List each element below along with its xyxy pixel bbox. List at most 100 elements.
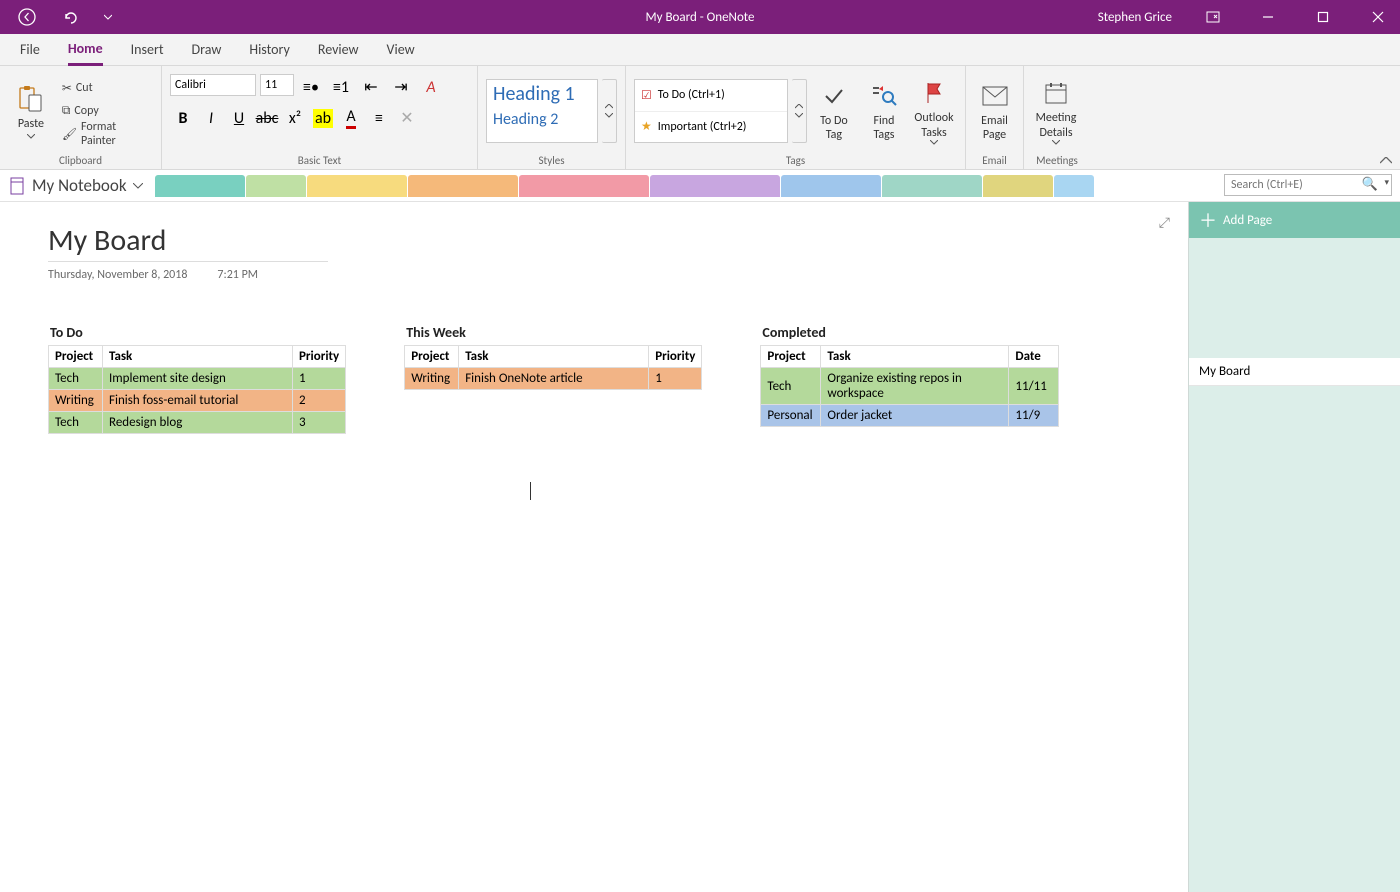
bullets-button[interactable]: ≡• bbox=[298, 75, 324, 99]
table-header[interactable]: Project bbox=[761, 346, 821, 368]
paste-button[interactable]: Paste bbox=[8, 73, 54, 149]
superscript-button[interactable]: x² bbox=[282, 106, 308, 130]
underline-button[interactable]: U bbox=[226, 106, 252, 130]
page-title[interactable]: My Board bbox=[48, 222, 328, 262]
table-header[interactable]: Task bbox=[103, 346, 293, 368]
table-cell[interactable]: Finish OneNote article bbox=[459, 368, 649, 390]
table-header[interactable]: Project bbox=[49, 346, 103, 368]
table-row[interactable]: TechImplement site design1 bbox=[49, 368, 346, 390]
strikethrough-button[interactable]: abc bbox=[254, 106, 280, 130]
todo-tag-button[interactable]: To Do Tag bbox=[811, 73, 857, 149]
table-cell[interactable]: Tech bbox=[49, 368, 103, 390]
table-header[interactable]: Priority bbox=[649, 346, 702, 368]
search-icon[interactable]: 🔍 bbox=[1362, 177, 1378, 192]
table-row[interactable]: WritingFinish foss-email tutorial2 bbox=[49, 390, 346, 412]
cut-button[interactable]: ✂Cut bbox=[58, 77, 153, 99]
table-cell[interactable]: Order jacket bbox=[821, 405, 1009, 427]
tag-important[interactable]: ★Important (Ctrl+2) bbox=[635, 111, 787, 143]
task-table[interactable]: ProjectTaskPriorityTechImplement site de… bbox=[48, 345, 346, 434]
section-tab[interactable] bbox=[155, 175, 245, 197]
close-button[interactable] bbox=[1355, 0, 1400, 34]
section-tab[interactable] bbox=[1054, 175, 1094, 197]
page-canvas[interactable]: ⤢ My Board Thursday, November 8, 2018 7:… bbox=[0, 202, 1188, 892]
table-cell[interactable]: 11/11 bbox=[1009, 368, 1059, 405]
copy-button[interactable]: ⧉Copy bbox=[58, 100, 153, 122]
maximize-button[interactable] bbox=[1300, 0, 1345, 34]
table-cell[interactable]: 3 bbox=[293, 412, 346, 434]
table-header[interactable]: Task bbox=[821, 346, 1009, 368]
meeting-details-button[interactable]: Meeting Details bbox=[1032, 73, 1080, 149]
ribbon-tab-view[interactable]: View bbox=[387, 34, 415, 66]
section-tab[interactable] bbox=[781, 175, 881, 197]
table-cell[interactable]: Implement site design bbox=[103, 368, 293, 390]
minimize-button[interactable] bbox=[1245, 0, 1290, 34]
highlight-button[interactable]: ab bbox=[310, 106, 336, 130]
undo-button[interactable] bbox=[58, 4, 84, 30]
search-scope-dropdown[interactable]: ▾ bbox=[1384, 177, 1389, 188]
add-page-button[interactable]: ＋ Add Page bbox=[1189, 202, 1400, 238]
back-button[interactable] bbox=[14, 4, 40, 30]
tags-more-button[interactable] bbox=[792, 79, 807, 143]
table-header[interactable]: Priority bbox=[293, 346, 346, 368]
task-table[interactable]: ProjectTaskPriorityWritingFinish OneNote… bbox=[404, 345, 702, 390]
table-cell[interactable]: Writing bbox=[49, 390, 103, 412]
find-tags-button[interactable]: Find Tags bbox=[861, 73, 907, 149]
tags-gallery[interactable]: ☑To Do (Ctrl+1) ★Important (Ctrl+2) bbox=[634, 79, 788, 143]
styles-gallery[interactable]: Heading 1 Heading 2 bbox=[486, 79, 598, 143]
ribbon-tab-review[interactable]: Review bbox=[318, 34, 359, 66]
section-tab[interactable] bbox=[246, 175, 306, 197]
section-tab[interactable] bbox=[307, 175, 407, 197]
style-heading2[interactable]: Heading 2 bbox=[487, 108, 597, 131]
section-tab[interactable] bbox=[882, 175, 982, 197]
delete-button[interactable]: ✕ bbox=[394, 106, 420, 130]
qat-customize-dropdown[interactable] bbox=[102, 4, 114, 30]
ribbon-tab-home[interactable]: Home bbox=[68, 34, 103, 66]
table-cell[interactable]: 1 bbox=[293, 368, 346, 390]
table-row[interactable]: TechRedesign blog3 bbox=[49, 412, 346, 434]
format-painter-button[interactable]: 🖌Format Painter bbox=[58, 123, 153, 145]
italic-button[interactable]: I bbox=[198, 106, 224, 130]
page-list-item[interactable]: My Board bbox=[1189, 358, 1400, 386]
expand-page-icon[interactable]: ⤢ bbox=[1159, 214, 1170, 231]
outdent-button[interactable]: ⇤ bbox=[358, 75, 384, 99]
ribbon-display-options[interactable] bbox=[1190, 0, 1235, 34]
collapse-ribbon-button[interactable] bbox=[1380, 157, 1392, 165]
table-cell[interactable]: 2 bbox=[293, 390, 346, 412]
table-cell[interactable]: Writing bbox=[405, 368, 459, 390]
email-page-button[interactable]: Email Page bbox=[974, 73, 1015, 149]
table-cell[interactable]: 11/9 bbox=[1009, 405, 1059, 427]
bold-button[interactable]: B bbox=[170, 106, 196, 130]
numbering-button[interactable]: ≡1 bbox=[328, 75, 354, 99]
style-heading1[interactable]: Heading 1 bbox=[487, 80, 597, 108]
styles-more-button[interactable] bbox=[602, 79, 617, 143]
table-cell[interactable]: Organize existing repos in workspace bbox=[821, 368, 1009, 405]
ribbon-tab-draw[interactable]: Draw bbox=[192, 34, 222, 66]
table-header[interactable]: Date bbox=[1009, 346, 1059, 368]
table-header[interactable]: Task bbox=[459, 346, 649, 368]
ribbon-tab-history[interactable]: History bbox=[249, 34, 289, 66]
tag-todo[interactable]: ☑To Do (Ctrl+1) bbox=[635, 80, 787, 111]
font-size-input[interactable] bbox=[260, 74, 294, 96]
table-row[interactable]: TechOrganize existing repos in workspace… bbox=[761, 368, 1059, 405]
clear-formatting-button[interactable]: A bbox=[418, 75, 444, 99]
task-table[interactable]: ProjectTaskDateTechOrganize existing rep… bbox=[760, 345, 1059, 427]
table-row[interactable]: PersonalOrder jacket11/9 bbox=[761, 405, 1059, 427]
outlook-tasks-button[interactable]: Outlook Tasks bbox=[911, 73, 957, 149]
table-cell[interactable]: 1 bbox=[649, 368, 702, 390]
indent-button[interactable]: ⇥ bbox=[388, 75, 414, 99]
align-button[interactable]: ≡ bbox=[366, 106, 392, 130]
ribbon-tab-insert[interactable]: Insert bbox=[131, 34, 164, 66]
user-name[interactable]: Stephen Grice bbox=[1098, 10, 1172, 25]
table-cell[interactable]: Tech bbox=[761, 368, 821, 405]
font-name-input[interactable] bbox=[170, 74, 256, 96]
notebook-dropdown[interactable]: My Notebook bbox=[0, 175, 153, 196]
table-cell[interactable]: Tech bbox=[49, 412, 103, 434]
table-cell[interactable]: Personal bbox=[761, 405, 821, 427]
table-row[interactable]: WritingFinish OneNote article1 bbox=[405, 368, 702, 390]
section-tab[interactable] bbox=[983, 175, 1053, 197]
section-tab[interactable] bbox=[650, 175, 780, 197]
font-color-button[interactable]: A bbox=[338, 106, 364, 130]
table-header[interactable]: Project bbox=[405, 346, 459, 368]
table-cell[interactable]: Redesign blog bbox=[103, 412, 293, 434]
ribbon-tab-file[interactable]: File bbox=[20, 34, 40, 66]
